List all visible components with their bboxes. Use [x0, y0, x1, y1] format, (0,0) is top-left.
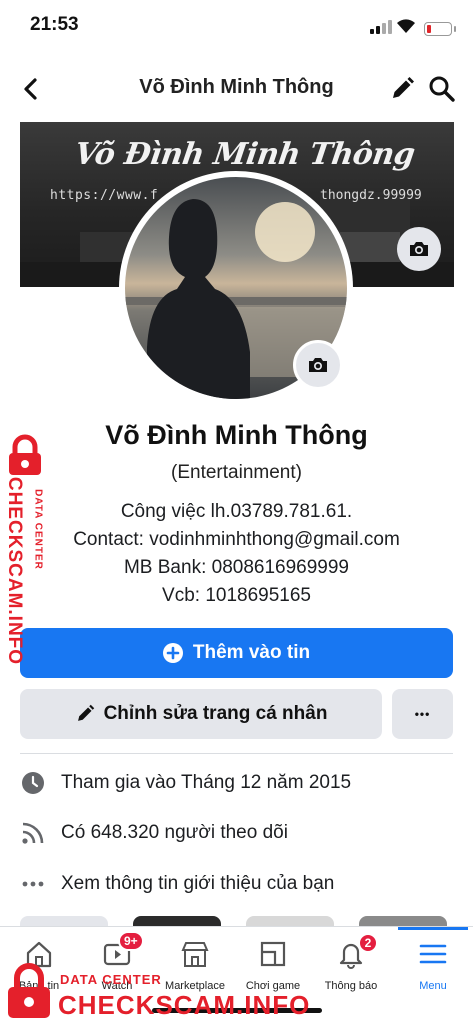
watermark-side-secondary: DATA CENTER	[32, 489, 44, 570]
search-icon	[429, 76, 455, 102]
tab-menu[interactable]: Menu	[394, 927, 472, 1025]
watch-badge: 9+	[118, 931, 144, 951]
edit-profile-button[interactable]: Chỉnh sửa trang cá nhân	[20, 689, 382, 739]
plus-circle-icon	[162, 643, 183, 663]
more-dots-icon	[20, 871, 46, 897]
cover-camera-button[interactable]	[397, 227, 441, 271]
search-button[interactable]	[428, 75, 456, 103]
bio-line: Contact: vodinhminhthong@gmail.com	[73, 529, 400, 550]
tab-label: Menu	[419, 980, 447, 992]
profile-category: (Entertainment)	[171, 462, 302, 483]
battery-icon	[424, 22, 456, 36]
edit-pencil-button[interactable]	[389, 76, 415, 102]
edit-profile-label: Chỉnh sửa trang cá nhân	[103, 703, 328, 724]
about-row[interactable]: Xem thông tin giới thiệu của bạn	[20, 864, 453, 904]
bio-line: MB Bank: 0808616969999	[123, 557, 349, 578]
bio-line: Vcb: 1018695165	[162, 585, 311, 606]
marketplace-icon	[178, 937, 212, 971]
add-to-story-button[interactable]: Thêm vào tin	[20, 628, 453, 678]
clock-icon	[20, 770, 46, 796]
tab-label: Thông báo	[324, 980, 378, 992]
cover-title: Võ Đình Minh Thông	[72, 137, 417, 172]
avatar-camera-button[interactable]	[293, 340, 343, 390]
camera-icon	[410, 242, 428, 256]
cover-url: https://www.f	[50, 188, 159, 203]
cover-url-end: thongdz.99999	[320, 188, 422, 203]
pencil-icon	[77, 704, 94, 721]
watermark-bottom-secondary: DATA CENTER	[60, 972, 162, 987]
add-to-story-label: Thêm vào tin	[192, 642, 311, 663]
wifi-icon	[396, 18, 416, 34]
divider	[20, 753, 453, 754]
joined-row: Tham gia vào Tháng 12 năm 2015	[20, 763, 453, 803]
pencil-icon	[393, 77, 414, 98]
menu-icon	[416, 937, 450, 971]
gaming-icon	[256, 937, 290, 971]
watermark-lock-icon	[2, 962, 56, 1020]
rss-icon	[20, 820, 46, 846]
cellular-signal-icon	[370, 20, 392, 34]
watermark-bottom-primary: CHECKSCAM.INFO	[58, 990, 311, 1020]
camera-icon	[309, 358, 327, 372]
more-options-label: •••	[414, 707, 431, 721]
more-options-button[interactable]: •••	[392, 689, 453, 739]
status-time: 21:53	[30, 14, 79, 35]
followers-row[interactable]: Có 648.320 người theo dõi	[20, 813, 453, 853]
joined-text: Tham gia vào Tháng 12 năm 2015	[61, 772, 352, 793]
notifications-badge: 2	[358, 933, 378, 953]
watermark-side-primary: CHECKSCAM.INFO	[4, 476, 25, 666]
about-text: Xem thông tin giới thiệu của bạn	[61, 873, 335, 894]
followers-text: Có 648.320 người theo dõi	[61, 822, 288, 843]
bio-line: Công việc lh.03789.781.61.	[120, 501, 353, 522]
tab-notifications[interactable]: 2 Thông báo	[312, 927, 390, 1025]
profile-name: Võ Đình Minh Thông	[105, 420, 368, 450]
